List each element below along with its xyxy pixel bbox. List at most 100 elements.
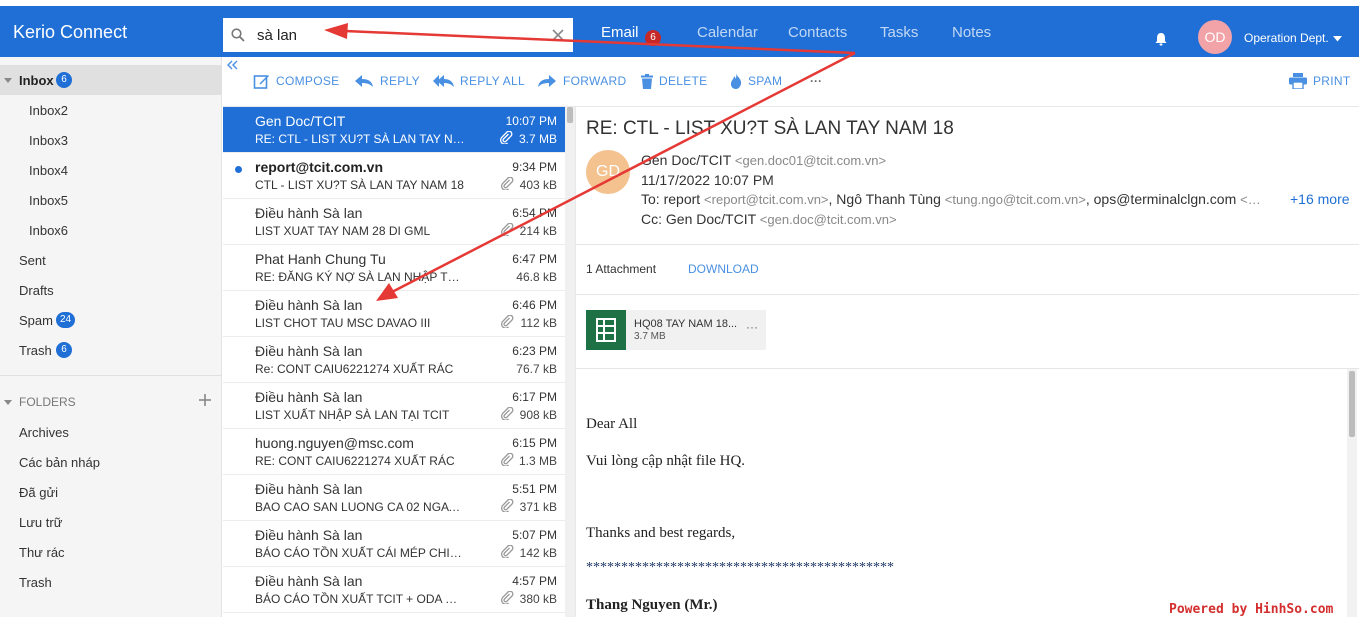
compose-button[interactable]: COMPOSE: [253, 71, 339, 91]
list-item[interactable]: Điều hành Sà lan Re: CONT CAIU6221274 XU…: [223, 337, 565, 383]
cc-name[interactable]: Gen Doc/TCIT: [666, 211, 756, 227]
reply-all-button[interactable]: REPLY ALL: [433, 71, 525, 91]
tab-tasks[interactable]: Tasks: [880, 24, 918, 41]
list-item[interactable]: Phat Hanh Chung Tu RE: ĐĂNG KÝ NỢ SÀ LAN…: [223, 245, 565, 291]
clear-search-icon[interactable]: [552, 29, 564, 41]
attachment-menu-icon[interactable]: ···: [746, 320, 758, 334]
tab-contacts[interactable]: Contacts: [788, 24, 847, 41]
spam-button[interactable]: SPAM: [730, 71, 782, 91]
reply-all-icon: [433, 74, 454, 88]
message-time: 5:07 PM: [512, 528, 557, 542]
user-name[interactable]: Operation Dept.: [1244, 31, 1329, 45]
collapse-panel-icon[interactable]: [227, 60, 239, 70]
printer-icon: [1289, 73, 1307, 89]
message-sender: Điều hành Sà lan: [255, 297, 363, 313]
paperclip-icon: [501, 591, 514, 604]
message-sender: Phat Hanh Chung Tu: [255, 251, 386, 267]
paperclip-icon: [501, 177, 514, 190]
attachment-count: 1 Attachment: [586, 262, 657, 276]
list-item[interactable]: Điều hành Sà lan LIST CHOT TAU MSC DAVAO…: [223, 291, 565, 337]
message-sender: huong.nguyen@msc.com: [255, 435, 414, 451]
list-item[interactable]: Điều hành Sà lan BÁO CÁO TỒN XUẤT CÁI MÉ…: [223, 521, 565, 567]
list-item[interactable]: Điều hành Sà lan LIST XUẤT NHẬP SÀ LAN T…: [223, 383, 565, 429]
flame-icon: [730, 73, 742, 89]
attachment-size: 3.7 MB: [634, 331, 666, 342]
list-item[interactable]: Điều hành Sà lan BAO CAO SAN LUONG CA 02…: [223, 475, 565, 521]
recipient-name[interactable]: report: [664, 191, 701, 207]
message-size: 1.3 MB: [518, 454, 557, 468]
trash-icon: [641, 73, 653, 89]
sidebar-item-trash[interactable]: Trash: [19, 343, 52, 358]
recipient-name[interactable]: Ngô Thanh Tùng: [836, 191, 941, 207]
search-box[interactable]: [223, 18, 573, 52]
sidebar-item-inbox2[interactable]: Inbox2: [29, 103, 68, 118]
sidebar-item-luu-tru[interactable]: Lưu trữ: [19, 515, 62, 530]
sidebar-item-inbox3[interactable]: Inbox3: [29, 133, 68, 148]
sidebar-item-inbox[interactable]: Inbox 6: [0, 65, 222, 95]
more-actions-button[interactable]: ···: [810, 71, 822, 91]
sidebar-item-inbox5[interactable]: Inbox5: [29, 193, 68, 208]
body-line: Vui lòng cập nhật file HQ.: [586, 453, 746, 469]
reading-pane-scroll-thumb[interactable]: [1349, 371, 1355, 437]
message-time: 10:07 PM: [505, 114, 557, 128]
sidebar-item-inbox6[interactable]: Inbox6: [29, 223, 68, 238]
notifications-bell-icon[interactable]: [1154, 32, 1168, 46]
message-subject: Re: CONT CAIU6221274 XUẤT RÁC: [255, 362, 454, 376]
attachment-name: HQ08 TAY NAM 18...: [634, 318, 738, 330]
sender-name[interactable]: Gen Doc/TCIT: [641, 152, 731, 168]
sidebar-item-da-gui[interactable]: Đã gửi: [19, 485, 58, 500]
tab-notes[interactable]: Notes: [952, 24, 991, 41]
sidebar-item-cac-ban-nhap[interactable]: Các bản nháp: [19, 455, 100, 470]
list-item[interactable]: report@tcit.com.vn CTL - LIST XU?T SÀ LA…: [223, 153, 565, 199]
download-link[interactable]: DOWNLOAD: [688, 262, 759, 276]
add-folder-icon[interactable]: [198, 393, 212, 407]
sidebar-item-archives[interactable]: Archives: [19, 425, 69, 440]
message-size: 403 kB: [519, 178, 557, 192]
message-size: 3.7 MB: [518, 132, 557, 146]
inbox-count-badge: 6: [56, 72, 72, 88]
forward-label: FORWARD: [563, 74, 627, 88]
sidebar-item-spam[interactable]: Spam: [19, 313, 53, 328]
forward-button[interactable]: FORWARD: [537, 71, 626, 91]
chevron-down-icon[interactable]: [1333, 36, 1342, 42]
sidebar-item-drafts[interactable]: Drafts: [19, 283, 54, 298]
list-item[interactable]: Điều hành Sà lan LIST XUAT TAY NAM 28 DI…: [223, 199, 565, 245]
sidebar-item-trash-folder[interactable]: Trash: [19, 575, 52, 590]
collapse-triangle-icon[interactable]: [4, 400, 12, 405]
message-size: 380 kB: [519, 592, 557, 606]
message-sender: Điều hành Sà lan: [255, 343, 363, 359]
cc-label: Cc:: [641, 211, 662, 227]
message-list-scroll-thumb[interactable]: [567, 107, 573, 123]
recipient-name[interactable]: ops@terminalclgn.com: [1094, 191, 1237, 207]
list-item[interactable]: huong.nguyen@msc.com RE: CONT CAIU622127…: [223, 429, 565, 475]
message-subject: RE: CTL - LIST XU?T SÀ LAN TAY NAM 18: [255, 132, 465, 146]
list-item[interactable]: Điều hành Sà lan BÁO CÁO TỒN XUẤT TCIT +…: [223, 567, 565, 613]
to-line: To: report <report@tcit.com.vn>, Ngô Tha…: [641, 191, 1261, 207]
delete-button[interactable]: DELETE: [641, 71, 707, 91]
reply-button[interactable]: REPLY: [354, 71, 420, 91]
delete-label: DELETE: [659, 74, 708, 88]
message-subject: BAO CAO SAN LUONG CA 02 NGAY 17: [255, 500, 465, 514]
user-avatar[interactable]: OD: [1198, 20, 1232, 54]
message-list-scrollbar[interactable]: [565, 107, 575, 617]
message-subject: RE: ĐĂNG KÝ NỢ SÀ LAN NHẬP TCIT: [255, 270, 465, 284]
tab-email[interactable]: Email: [601, 24, 639, 41]
more-recipients-link[interactable]: +16 more: [1290, 191, 1350, 207]
message-subject: RE: CONT CAIU6221274 XUẤT RÁC: [255, 454, 455, 468]
print-button[interactable]: PRINT: [1289, 71, 1351, 91]
message-sender: Điều hành Sà lan: [255, 527, 363, 543]
sidebar-item-sent[interactable]: Sent: [19, 253, 46, 268]
message-size: 76.7 kB: [516, 362, 557, 376]
folder-sidebar: Inbox 6 Inbox2 Inbox3 Inbox4 Inbox5 Inbo…: [0, 57, 222, 617]
body-greeting: Dear All: [586, 416, 638, 432]
collapse-triangle-icon[interactable]: [4, 78, 12, 83]
reply-icon: [354, 74, 374, 88]
list-item-selected[interactable]: Gen Doc/TCIT RE: CTL - LIST XU?T SÀ LAN …: [223, 107, 565, 153]
tab-calendar[interactable]: Calendar: [697, 24, 758, 41]
attachment-card[interactable]: HQ08 TAY NAM 18... 3.7 MB ···: [586, 310, 766, 350]
search-input[interactable]: [257, 18, 537, 52]
compose-label: COMPOSE: [276, 74, 340, 88]
sidebar-item-inbox4[interactable]: Inbox4: [29, 163, 68, 178]
message-list: Gen Doc/TCIT RE: CTL - LIST XU?T SÀ LAN …: [223, 107, 565, 617]
sidebar-item-thu-rac[interactable]: Thư rác: [19, 545, 65, 560]
